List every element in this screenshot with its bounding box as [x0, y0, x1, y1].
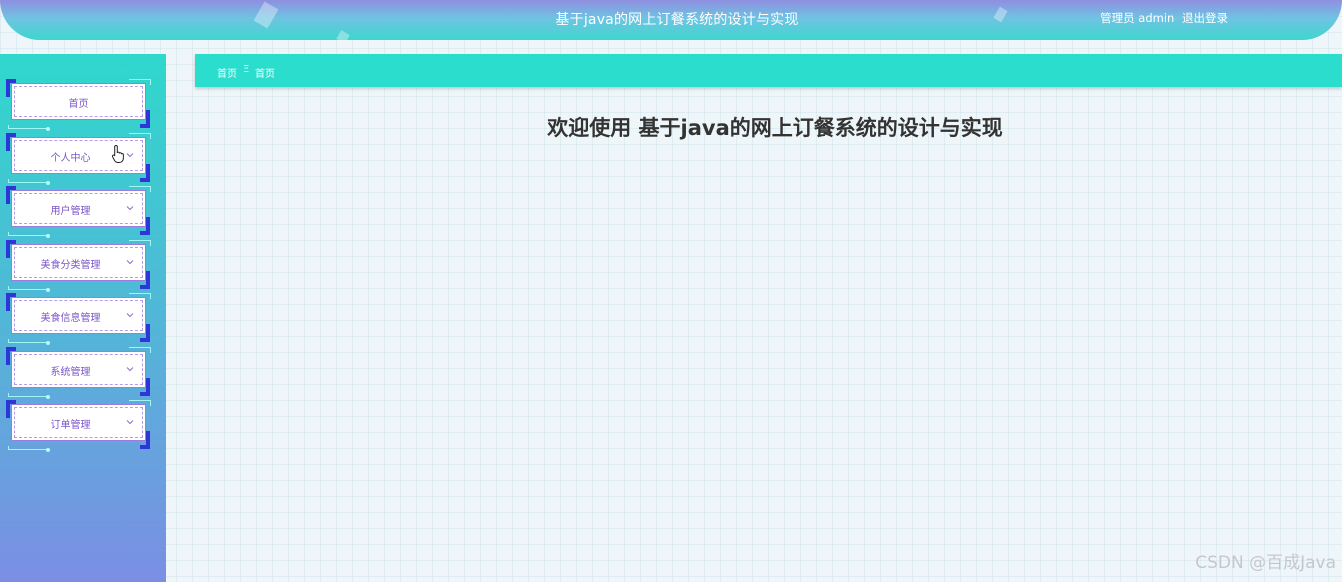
menu-box: 美食分类管理 [11, 244, 146, 281]
menu-dot-decoration [46, 341, 50, 345]
breadcrumb-separator: Ξ [243, 64, 250, 75]
menu-box: 美食信息管理 [11, 297, 146, 334]
menu-dot-decoration [46, 181, 50, 185]
menu-line-decoration [8, 286, 48, 290]
sidebar-item-label: 系统管理 [50, 367, 91, 378]
csdn-watermark: CSDN @百成Java [1195, 553, 1336, 573]
menu-dot-decoration [46, 288, 50, 292]
sidebar: 首页 个人中心 用户管理 美食分类管理 美食信息管理 系统管理 订单管理 [0, 54, 166, 582]
menu-dot-decoration [46, 448, 50, 452]
sidebar-item-label: 美食分类管理 [40, 260, 101, 271]
menu-box: 订单管理 [11, 404, 146, 441]
menu-line-decoration [8, 179, 48, 183]
sidebar-item-label: 订单管理 [50, 420, 91, 431]
menu-line-decoration [8, 232, 48, 236]
sidebar-item-food-category-management[interactable]: 美食分类管理 [6, 240, 151, 292]
chevron-down-icon[interactable] [125, 203, 135, 213]
breadcrumb-home-link[interactable]: 首页 [217, 65, 237, 80]
menu-line-decoration [8, 339, 48, 343]
sidebar-item-system-management[interactable]: 系统管理 [6, 347, 151, 399]
menu-dot-decoration [46, 395, 50, 399]
menu-box: 首页 [11, 83, 146, 120]
menu-line-decoration [8, 393, 48, 397]
sidebar-item-food-info-management[interactable]: 美食信息管理 [6, 293, 151, 345]
admin-user-label: 管理员 admin [1100, 11, 1175, 25]
sidebar-item-personal-center[interactable]: 个人中心 [6, 133, 151, 185]
menu-line-decoration [8, 446, 48, 450]
hand-cursor-icon [111, 144, 124, 163]
welcome-heading: 欢迎使用 基于java的网上订餐系统的设计与实现 [547, 116, 1003, 140]
menu-box: 用户管理 [11, 190, 146, 227]
sidebar-item-user-management[interactable]: 用户管理 [6, 186, 151, 238]
chevron-down-icon[interactable] [125, 364, 135, 374]
chevron-down-icon[interactable] [125, 417, 135, 427]
sidebar-item-label: 首页 [68, 99, 89, 110]
chevron-down-icon[interactable] [125, 310, 135, 320]
top-header: 基于java的网上订餐系统的设计与实现 管理员 admin 退出登录 [0, 0, 1342, 40]
menu-line-decoration [8, 125, 48, 129]
sidebar-item-label: 用户管理 [50, 206, 91, 217]
header-user-area: 管理员 admin 退出登录 [1096, 10, 1228, 26]
menu-dot-decoration [46, 234, 50, 238]
logout-link[interactable]: 退出登录 [1182, 11, 1228, 25]
menu-box: 系统管理 [11, 351, 146, 388]
sidebar-item-order-management[interactable]: 订单管理 [6, 400, 151, 452]
menu-dot-decoration [46, 127, 50, 131]
sidebar-item-label: 美食信息管理 [40, 313, 101, 324]
header-decoration [336, 30, 350, 40]
chevron-down-icon[interactable] [125, 257, 135, 267]
breadcrumb-current: 首页 [255, 69, 275, 80]
sidebar-item-home[interactable]: 首页 [6, 79, 151, 131]
breadcrumb: 首页 Ξ 首页 [195, 54, 1342, 87]
